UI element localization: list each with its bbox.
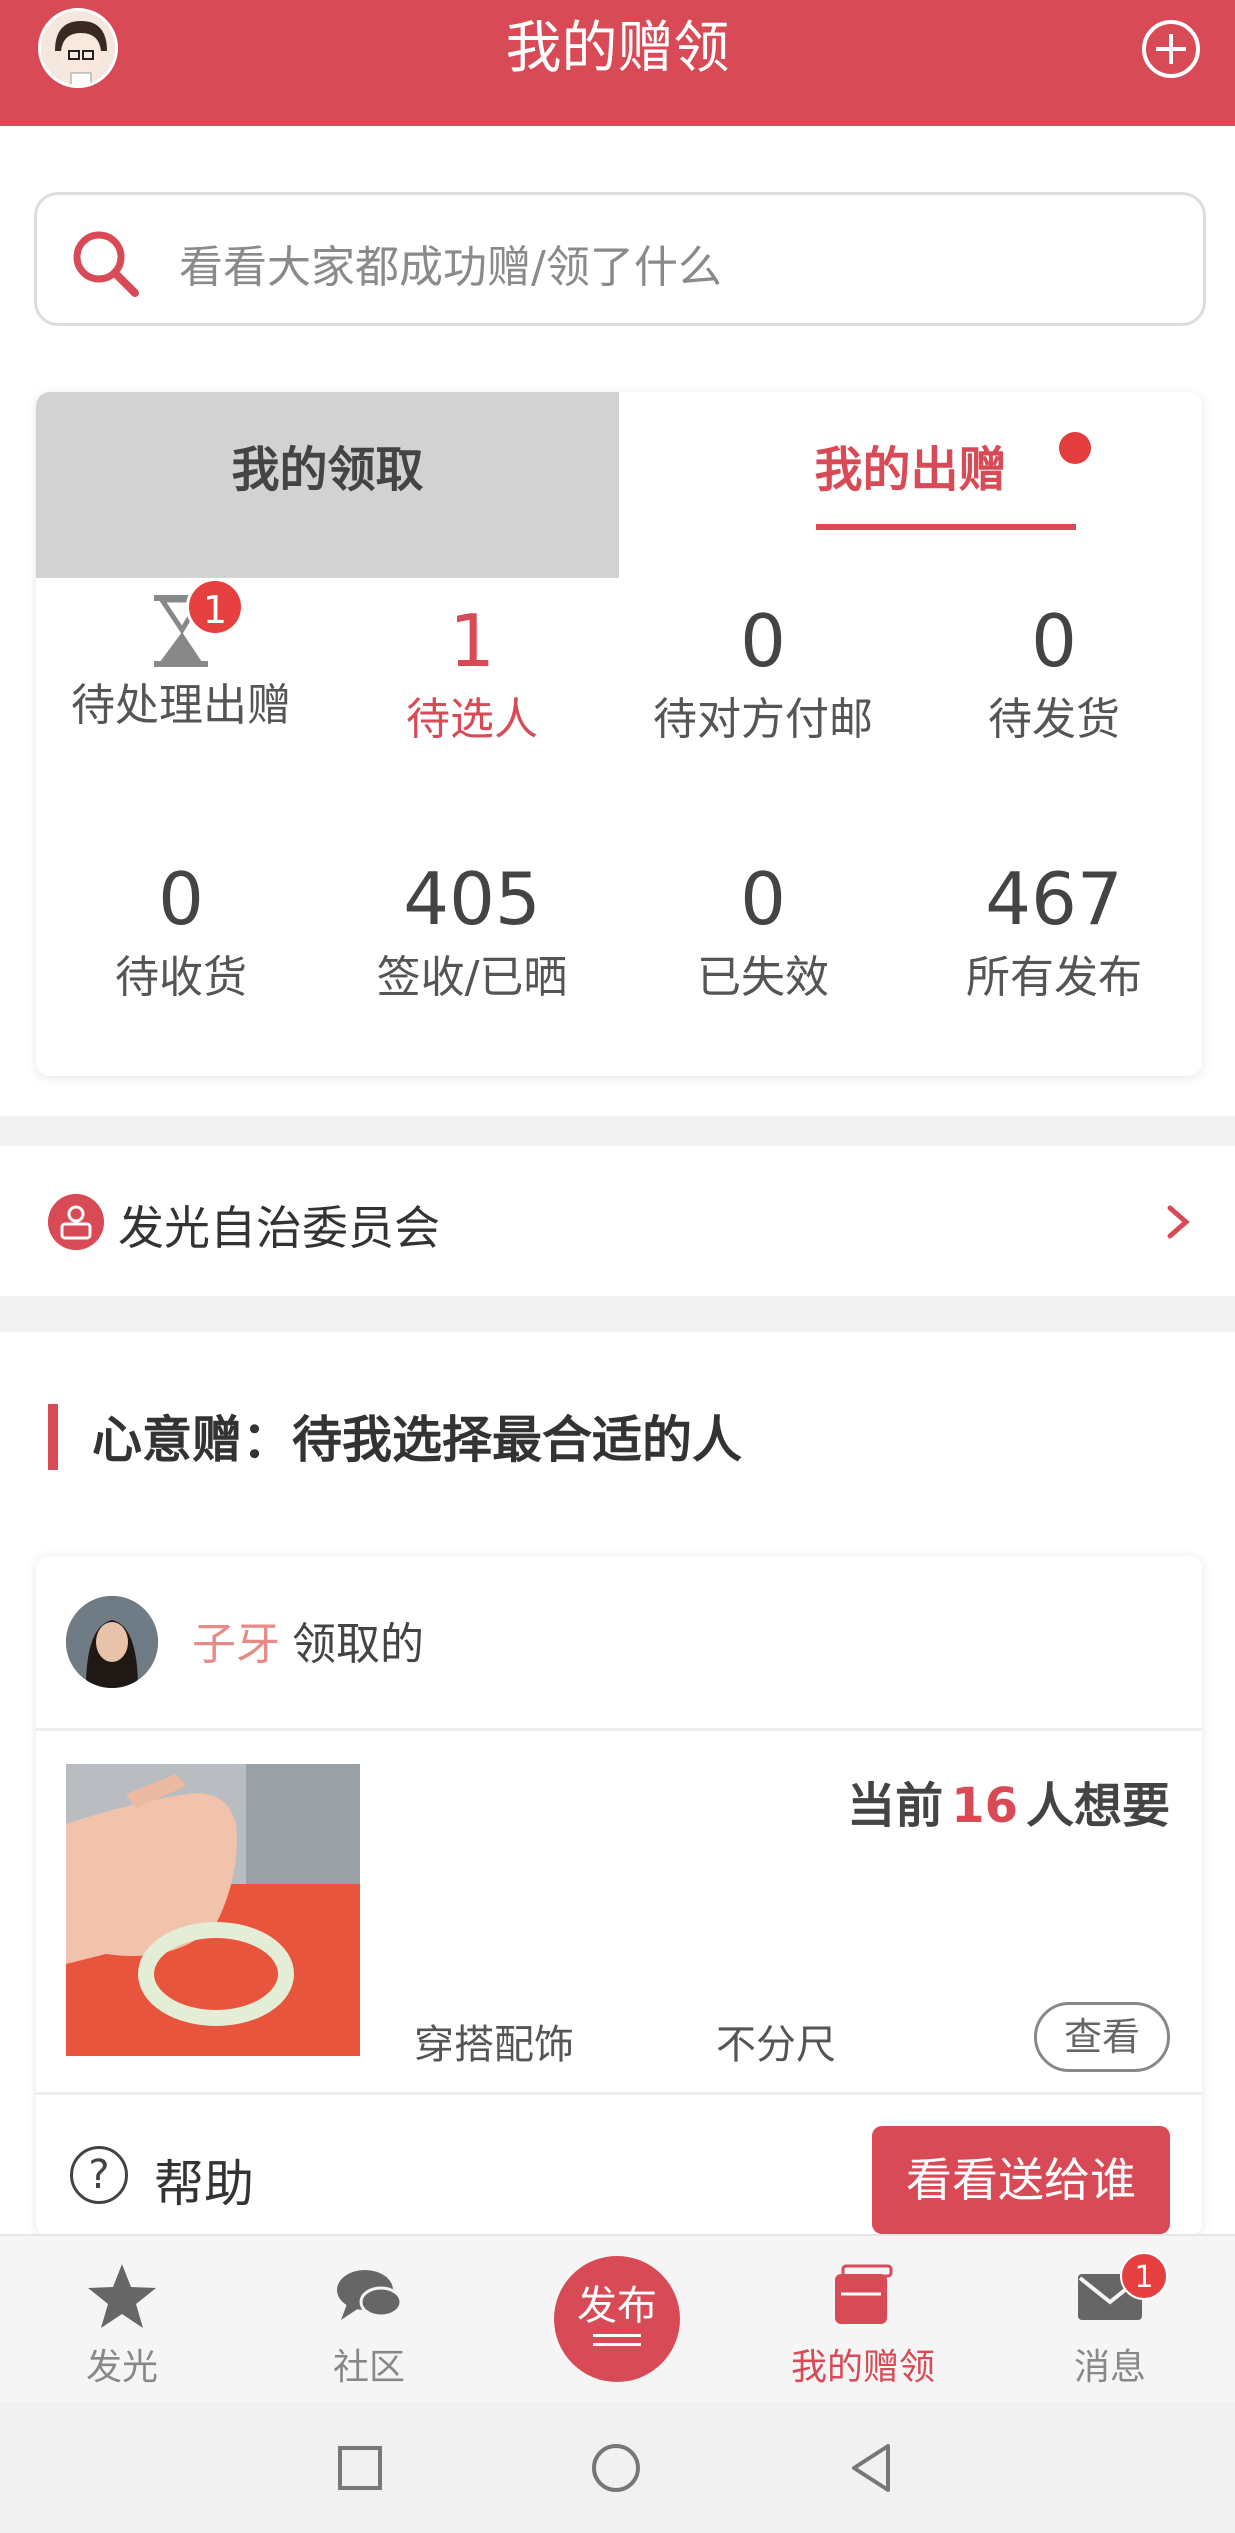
committee-label: 发光自治委员会 xyxy=(118,1201,440,1255)
committee-icon xyxy=(48,1194,104,1250)
stat-pending-select[interactable]: 1 待选人 xyxy=(327,598,617,750)
system-nav-bar xyxy=(0,2402,1235,2533)
stat-value: 0 xyxy=(740,599,786,683)
stat-signed-shared[interactable]: 405 签收/已晒 xyxy=(327,856,617,1008)
nav-label: 社区 xyxy=(332,2347,405,2388)
stat-pending-receipt[interactable]: 0 待收货 xyxy=(36,856,326,1008)
back-icon[interactable] xyxy=(846,2442,898,2494)
stat-pending-ship[interactable]: 0 待发货 xyxy=(909,598,1199,750)
stat-value: 405 xyxy=(403,857,541,941)
stat-label: 待收货 xyxy=(115,952,247,1003)
claimer-suffix: 领取的 xyxy=(292,1619,424,1670)
want-count-text: 当前 16 人想要 xyxy=(847,1766,1170,1836)
home-icon[interactable] xyxy=(590,2442,642,2494)
nav-label: 消息 xyxy=(1073,2347,1146,2388)
stat-label: 待选人 xyxy=(406,694,538,745)
claimer-avatar[interactable] xyxy=(66,1596,158,1688)
tab-my-receive[interactable]: 我的领取 xyxy=(36,392,619,578)
help-label[interactable]: 帮助 xyxy=(154,2144,254,2216)
stat-value: 0 xyxy=(158,857,204,941)
nav-label: 发光 xyxy=(85,2347,158,2388)
section-title: 心意赠：待我选择最合适的人 xyxy=(92,1411,742,1469)
want-suffix: 人想要 xyxy=(1025,1778,1170,1834)
search-icon xyxy=(73,231,139,297)
nav-item-my-gifts[interactable]: 我的赠领 xyxy=(763,2260,963,2390)
stat-pending-process[interactable]: 待处理出赠 xyxy=(36,588,326,736)
messages-badge: 1 xyxy=(1120,2252,1168,2300)
stat-label: 待发货 xyxy=(988,694,1120,745)
page-title: 我的赠领 xyxy=(505,16,730,81)
help-icon[interactable]: ? xyxy=(70,2146,128,2204)
committee-row[interactable]: 发光自治委员会 xyxy=(0,1146,1235,1296)
gift-box-icon xyxy=(835,2264,893,2324)
view-button[interactable]: 查看 xyxy=(1034,2002,1170,2072)
section-divider xyxy=(0,1116,1235,1146)
want-prefix: 当前 xyxy=(847,1778,944,1834)
active-tab-indicator xyxy=(816,524,1076,530)
stat-pending-postage[interactable]: 0 待对方付邮 xyxy=(618,598,908,750)
section-accent-bar xyxy=(48,1404,58,1470)
stat-value: 1 xyxy=(449,599,495,683)
stat-label: 签收/已晒 xyxy=(376,952,568,1003)
chevron-right-icon xyxy=(1167,1205,1190,1239)
notification-dot xyxy=(1059,432,1091,464)
want-count: 16 xyxy=(951,1778,1018,1834)
search-bar[interactable]: 看看大家都成功赠/领了什么 xyxy=(34,192,1206,326)
publish-button[interactable]: 发布 xyxy=(554,2256,680,2382)
claimer-row: 子牙 领取的 xyxy=(192,1608,424,1672)
choose-recipient-button[interactable]: 看看送给谁 xyxy=(872,2126,1170,2234)
bottom-nav: 发光 社区 发布 我的赠领 消息 xyxy=(0,2234,1235,2402)
gift-item-card: 子牙 领取的 当前 16 人想要 穿搭配饰 不分尺 查看 ? 帮助 看看送给谁 xyxy=(36,1556,1202,2236)
gift-stats-card: 我的领取 我的出赠 待处理出赠 1 1 待选人 0 待对方付邮 0 待发货 0 … xyxy=(36,392,1202,1076)
section-divider xyxy=(0,1296,1235,1332)
card-divider xyxy=(36,2092,1202,2095)
publish-label: 发布 xyxy=(577,2283,657,2329)
add-button[interactable] xyxy=(1142,20,1200,78)
stat-value: 467 xyxy=(985,857,1123,941)
stat-value: 0 xyxy=(740,857,786,941)
item-photo[interactable] xyxy=(66,1764,360,2056)
stat-all-posts[interactable]: 467 所有发布 xyxy=(909,856,1199,1008)
claimer-name[interactable]: 子牙 xyxy=(192,1619,280,1670)
stat-value: 0 xyxy=(1031,599,1077,683)
stat-label: 所有发布 xyxy=(966,952,1142,1003)
nav-item-messages[interactable]: 消息 xyxy=(1010,2260,1210,2390)
stat-expired[interactable]: 0 已失效 xyxy=(618,856,908,1008)
nav-item-community[interactable]: 社区 xyxy=(269,2260,469,2390)
app-header: 我的赠领 xyxy=(0,0,1235,126)
pending-badge: 1 xyxy=(186,578,244,636)
search-placeholder: 看看大家都成功赠/领了什么 xyxy=(179,242,722,293)
publish-icon xyxy=(593,2334,641,2346)
stat-label: 已失效 xyxy=(697,952,829,1003)
stat-label: 待对方付邮 xyxy=(653,694,873,745)
item-size: 不分尺 xyxy=(716,2022,836,2068)
item-category: 穿搭配饰 xyxy=(414,2022,574,2068)
star-icon xyxy=(88,2264,156,2328)
nav-label: 我的赠领 xyxy=(790,2347,935,2388)
stat-label: 待处理出赠 xyxy=(71,680,291,731)
chat-bubble-icon xyxy=(337,2270,403,2320)
nav-item-glow[interactable]: 发光 xyxy=(22,2260,222,2390)
card-divider xyxy=(36,1728,1202,1731)
recents-icon[interactable] xyxy=(334,2442,386,2494)
tab-my-give[interactable]: 我的出赠 xyxy=(619,392,1202,578)
